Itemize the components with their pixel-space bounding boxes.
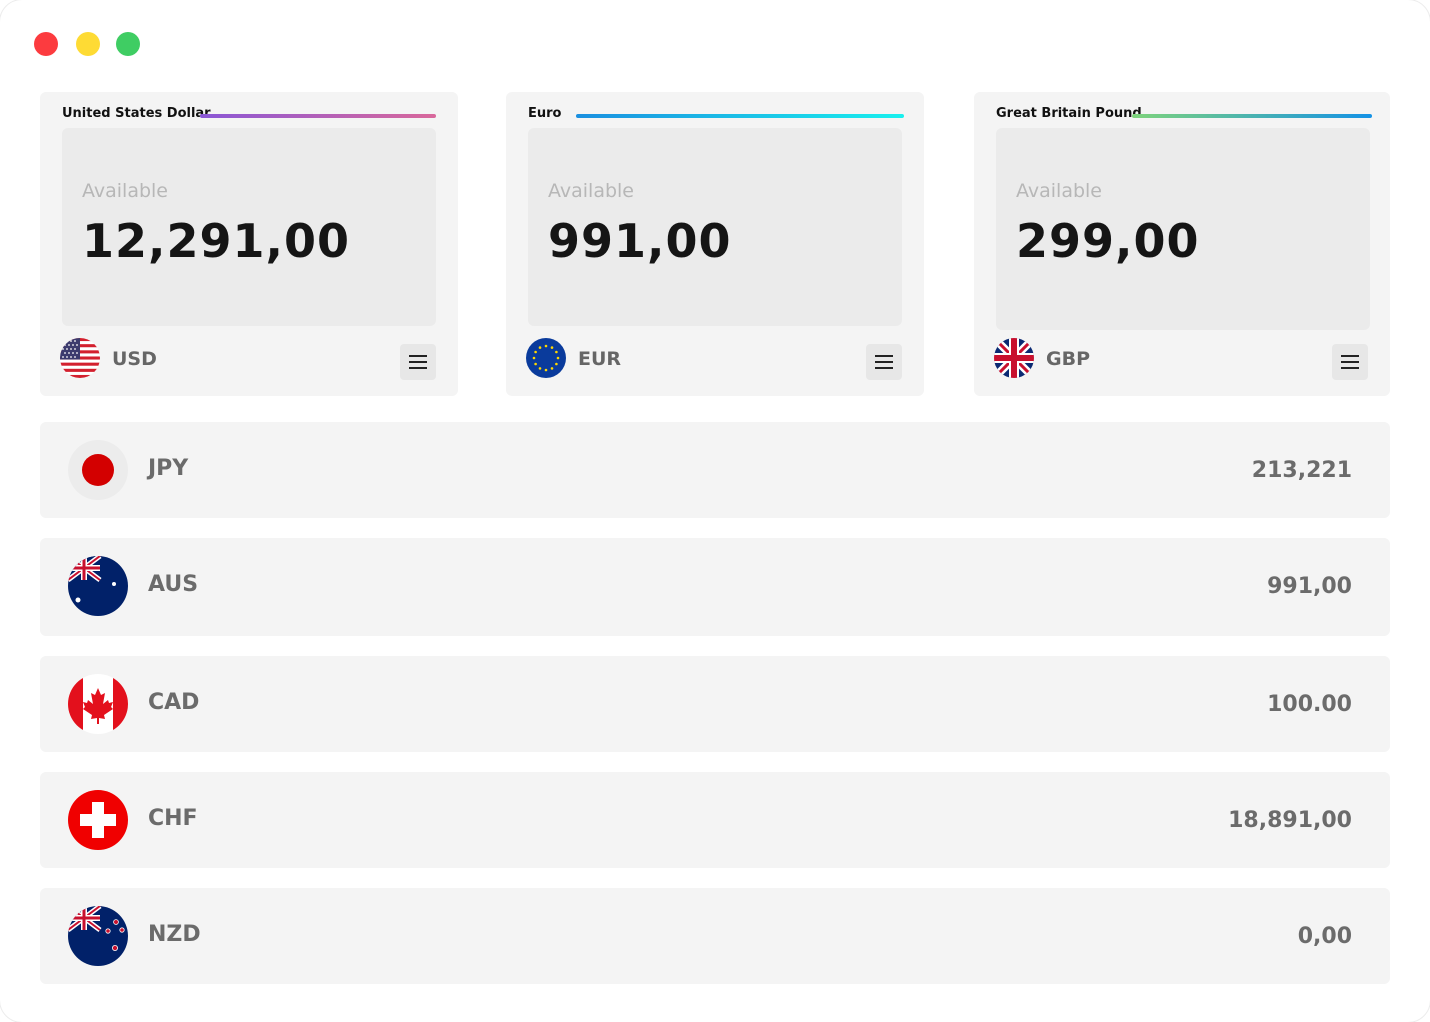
balance-panel: Available 299,00 — [996, 128, 1370, 330]
available-amount: 12,291,00 — [82, 214, 350, 268]
currency-balance: 991,00 — [1267, 574, 1352, 599]
hamburger-icon — [875, 355, 893, 357]
currency-code: EUR — [578, 348, 622, 370]
currency-row-nzd[interactable]: NZD 0,00 — [40, 888, 1390, 984]
available-amount: 991,00 — [548, 214, 732, 268]
minimize-window-button[interactable] — [76, 32, 100, 56]
balance-panel: Available 12,291,00 — [62, 128, 436, 326]
currency-balance: 213,221 — [1251, 458, 1352, 483]
maximize-window-button[interactable] — [116, 32, 140, 56]
canada-flag-icon — [68, 674, 128, 734]
close-window-button[interactable] — [34, 32, 58, 56]
uk-flag-icon — [994, 338, 1034, 378]
app-window: United States Dollar Available 12,291,00 — [0, 0, 1430, 1022]
accent-line — [576, 114, 904, 118]
card-title: Great Britain Pound — [996, 106, 1142, 121]
currency-balance: 100.00 — [1267, 692, 1352, 717]
currency-card-usd[interactable]: United States Dollar Available 12,291,00 — [40, 92, 458, 396]
card-title: United States Dollar — [62, 106, 211, 121]
accent-line — [1132, 114, 1372, 118]
menu-button[interactable] — [1332, 344, 1368, 380]
currency-card-gbp[interactable]: Great Britain Pound Available 299,00 GBP — [974, 92, 1390, 396]
currency-row-jpy[interactable]: JPY 213,221 — [40, 422, 1390, 518]
currency-code: AUS — [148, 572, 199, 597]
currency-code: NZD — [148, 922, 201, 947]
japan-flag-icon — [68, 440, 128, 500]
australia-flag-icon — [68, 556, 128, 616]
hamburger-icon — [409, 355, 427, 357]
menu-button[interactable] — [400, 344, 436, 380]
eu-flag-icon — [526, 338, 566, 378]
balance-panel: Available 991,00 — [528, 128, 902, 326]
available-amount: 299,00 — [1016, 214, 1200, 268]
us-flag-icon — [60, 338, 100, 378]
currency-code: CAD — [148, 690, 200, 715]
currency-code: USD — [112, 348, 157, 370]
currency-row-chf[interactable]: CHF 18,891,00 — [40, 772, 1390, 868]
new-zealand-flag-icon — [68, 906, 128, 966]
switzerland-flag-icon — [68, 790, 128, 850]
menu-button[interactable] — [866, 344, 902, 380]
currency-row-cad[interactable]: CAD 100.00 — [40, 656, 1390, 752]
hamburger-icon — [1341, 355, 1359, 357]
currency-code: GBP — [1046, 348, 1091, 370]
currency-balance: 18,891,00 — [1228, 808, 1352, 833]
available-label: Available — [82, 180, 169, 202]
currency-code: JPY — [148, 456, 189, 481]
currency-balance: 0,00 — [1297, 924, 1352, 949]
card-title: Euro — [528, 106, 562, 121]
currency-row-aus[interactable]: AUS 991,00 — [40, 538, 1390, 636]
accent-line — [200, 114, 436, 118]
available-label: Available — [548, 180, 635, 202]
currency-code: CHF — [148, 806, 198, 831]
currency-card-eur[interactable]: Euro Available 991,00 EUR — [506, 92, 924, 396]
available-label: Available — [1016, 180, 1103, 202]
